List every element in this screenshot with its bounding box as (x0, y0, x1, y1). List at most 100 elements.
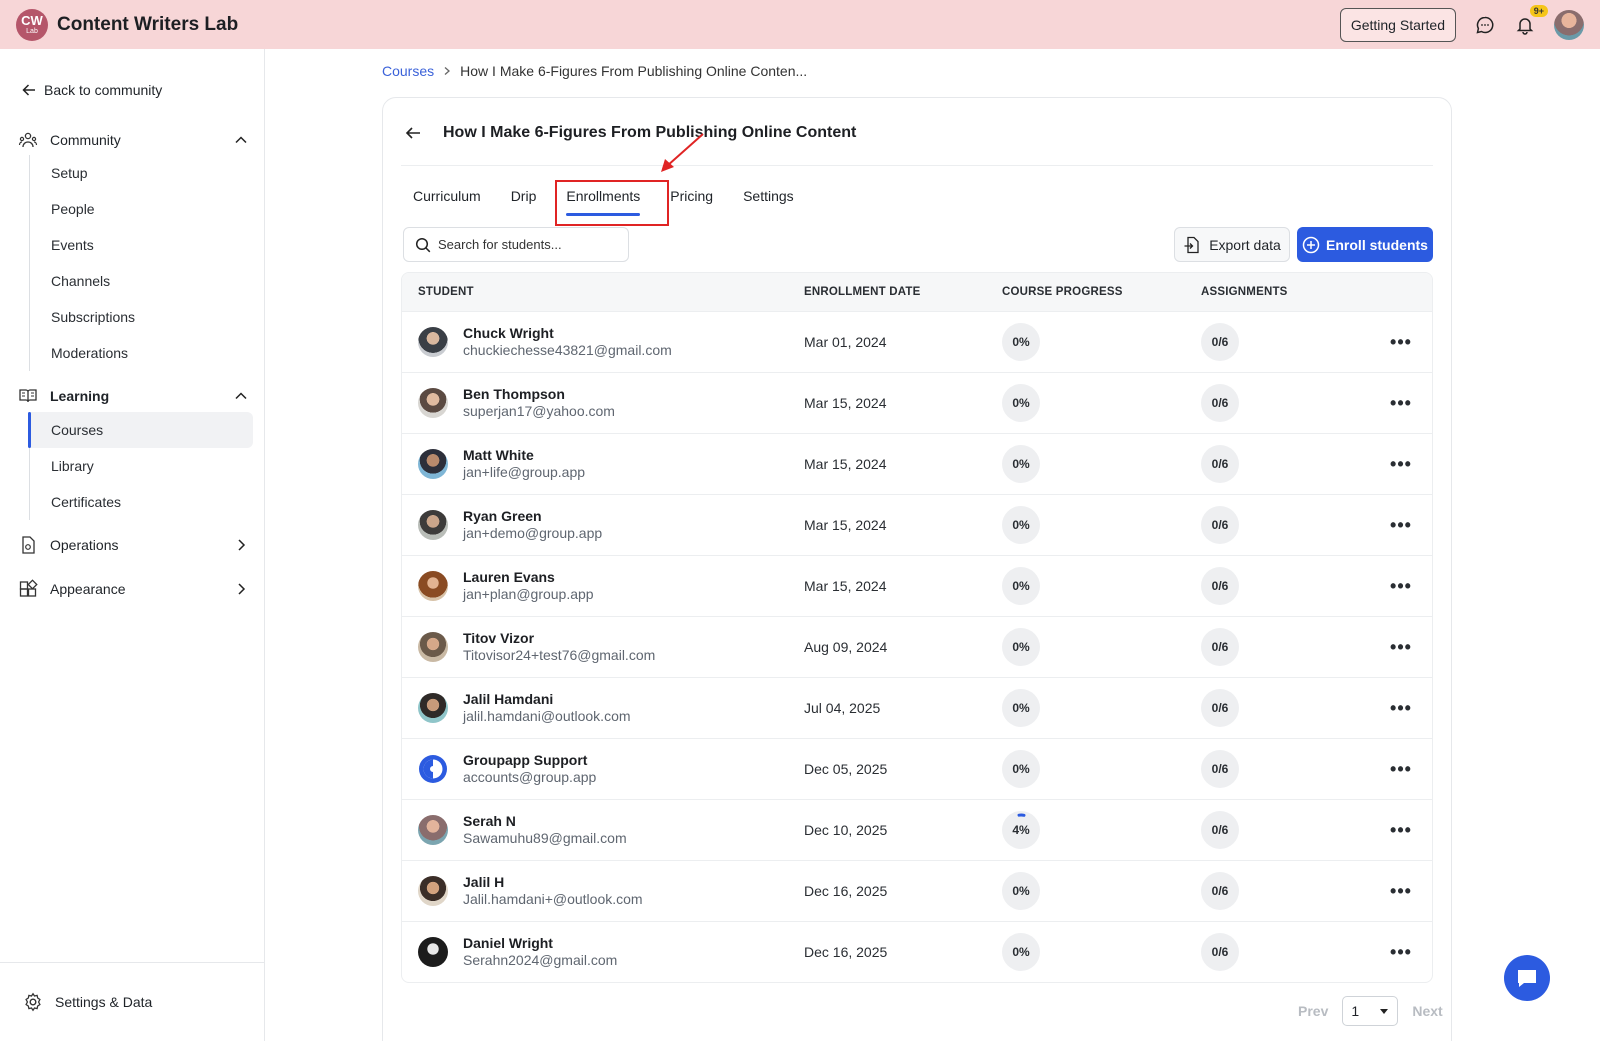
student-search[interactable] (403, 227, 629, 262)
more-options-icon[interactable]: ••• (1390, 699, 1412, 717)
getting-started-button[interactable]: Getting Started (1339, 7, 1456, 42)
sidebar-item-moderations[interactable]: Moderations (30, 335, 253, 371)
tab-settings[interactable]: Settings (743, 186, 794, 212)
sidebar-item-channels[interactable]: Channels (30, 263, 253, 299)
column-header-date[interactable]: ENROLLMENT DATE (804, 286, 1002, 298)
student-avatar (418, 571, 448, 601)
progress-indicator: 0% (1002, 750, 1040, 788)
pagination: Prev 1 Next (1298, 996, 1443, 1026)
annotation-arrow-icon (661, 133, 704, 172)
more-options-icon[interactable]: ••• (1390, 943, 1412, 961)
assignments-count: 0/6 (1201, 933, 1239, 971)
table-row[interactable]: Chuck Wright chuckiechesse43821@gmail.com… (402, 311, 1432, 372)
table-row[interactable]: Titov Vizor Titovisor24+test76@gmail.com … (402, 616, 1432, 677)
student-avatar (418, 937, 448, 967)
progress-indicator: 0% (1002, 445, 1040, 483)
assignments-count: 0/6 (1201, 689, 1239, 727)
sidebar-section-community[interactable]: Community (18, 128, 248, 152)
assignments-count: 0/6 (1201, 323, 1239, 361)
table-row[interactable]: Jalil Hamdani jalil.hamdani@outlook.com J… (402, 677, 1432, 738)
plus-circle-icon (1302, 236, 1320, 253)
student-avatar (418, 815, 448, 845)
sidebar-section-learning[interactable]: Learning (18, 384, 248, 408)
sidebar-item-library[interactable]: Library (30, 448, 253, 484)
student-avatar (418, 510, 448, 540)
table-row[interactable]: Matt White jan+life@group.app Mar 15, 202… (402, 433, 1432, 494)
sidebar-section-appearance[interactable]: Appearance (18, 577, 248, 601)
export-data-button[interactable]: Export data (1174, 227, 1290, 262)
annotation-highlight-box (555, 180, 669, 226)
column-header-progress[interactable]: COURSE PROGRESS (1002, 286, 1201, 298)
more-options-icon[interactable]: ••• (1390, 760, 1412, 778)
prev-page-button[interactable]: Prev (1298, 1003, 1328, 1019)
sidebar-item-courses[interactable]: Courses (28, 412, 253, 448)
student-avatar (418, 632, 448, 662)
sidebar-item-setup[interactable]: Setup (30, 155, 253, 191)
more-options-icon[interactable]: ••• (1390, 882, 1412, 900)
chevron-up-icon[interactable] (234, 133, 248, 147)
more-options-icon[interactable]: ••• (1390, 821, 1412, 839)
progress-indicator: 0% (1002, 506, 1040, 544)
enroll-students-button[interactable]: Enroll students (1297, 227, 1433, 262)
progress-indicator: 0% (1002, 628, 1040, 666)
notification-badge: 9+ (1529, 4, 1548, 17)
chevron-right-icon[interactable] (234, 538, 248, 552)
search-input[interactable] (438, 237, 618, 252)
more-options-icon[interactable]: ••• (1390, 577, 1412, 595)
column-header-student[interactable]: STUDENT (402, 286, 804, 298)
more-options-icon[interactable]: ••• (1390, 638, 1412, 656)
settings-and-data-link[interactable]: Settings & Data (0, 962, 264, 1041)
more-options-icon[interactable]: ••• (1390, 516, 1412, 534)
chat-support-button[interactable] (1504, 955, 1550, 1001)
more-options-icon[interactable]: ••• (1390, 333, 1412, 351)
arrow-left-icon (22, 84, 35, 96)
more-options-icon[interactable]: ••• (1390, 455, 1412, 473)
bell-icon[interactable]: 9+ (1514, 4, 1548, 36)
sidebar: Back to community Community Setup People… (0, 49, 265, 1041)
back-arrow-icon[interactable] (401, 118, 425, 148)
card-header: How I Make 6-Figures From Publishing Onl… (401, 118, 1433, 166)
search-icon (415, 237, 431, 252)
progress-indicator: 0% (1002, 384, 1040, 422)
assignments-count: 0/6 (1201, 506, 1239, 544)
user-avatar[interactable] (1554, 9, 1584, 40)
table-row[interactable]: Lauren Evans jan+plan@group.app Mar 15, 2… (402, 555, 1432, 616)
tab-pricing[interactable]: Pricing (670, 186, 713, 212)
chevron-right-icon[interactable] (234, 582, 248, 596)
chevron-up-icon[interactable] (234, 389, 248, 403)
app-logo[interactable]: CW Lab (16, 8, 48, 41)
table-row[interactable]: Groupapp Support accounts@group.app Dec 0… (402, 738, 1432, 799)
more-options-icon[interactable]: ••• (1390, 394, 1412, 412)
enrollments-table: STUDENT ENROLLMENT DATE COURSE PROGRESS … (401, 272, 1433, 983)
page-select[interactable]: 1 (1342, 996, 1399, 1026)
chat-icon[interactable] (1474, 14, 1496, 36)
student-avatar (418, 327, 448, 357)
tab-curriculum[interactable]: Curriculum (413, 186, 481, 212)
sidebar-item-certificates[interactable]: Certificates (30, 484, 253, 520)
sidebar-item-people[interactable]: People (30, 191, 253, 227)
student-avatar (418, 693, 448, 723)
assignments-count: 0/6 (1201, 872, 1239, 910)
progress-indicator: 0% (1002, 323, 1040, 361)
table-row[interactable]: Daniel Wright Serahn2024@gmail.com Dec 16… (402, 921, 1432, 982)
table-row[interactable]: Ryan Green jan+demo@group.app Mar 15, 202… (402, 494, 1432, 555)
sidebar-item-events[interactable]: Events (30, 227, 253, 263)
learning-subnav: Courses Library Certificates (28, 412, 253, 520)
course-enrollments-card: How I Make 6-Figures From Publishing Onl… (382, 97, 1452, 1041)
breadcrumb-courses-link[interactable]: Courses (382, 63, 434, 79)
top-bar: CW Lab Content Writers Lab Getting Start… (0, 0, 1600, 49)
sidebar-section-operations[interactable]: Operations (18, 533, 248, 557)
export-icon (1184, 236, 1199, 253)
tab-drip[interactable]: Drip (511, 186, 537, 212)
column-header-assignments[interactable]: ASSIGNMENTS (1201, 286, 1371, 298)
sidebar-item-subscriptions[interactable]: Subscriptions (30, 299, 253, 335)
next-page-button[interactable]: Next (1412, 1003, 1442, 1019)
chat-bubble-icon (1518, 970, 1536, 987)
table-row[interactable]: Serah N Sawamuhu89@gmail.com Dec 10, 2025… (402, 799, 1432, 860)
table-row[interactable]: Jalil H Jalil.hamdani+@outlook.com Dec 16… (402, 860, 1432, 921)
back-to-community-link[interactable]: Back to community (22, 82, 162, 98)
assignments-count: 0/6 (1201, 811, 1239, 849)
app-title[interactable]: Content Writers Lab (57, 14, 238, 36)
student-avatar (418, 388, 448, 418)
table-row[interactable]: Ben Thompson superjan17@yahoo.com Mar 15,… (402, 372, 1432, 433)
